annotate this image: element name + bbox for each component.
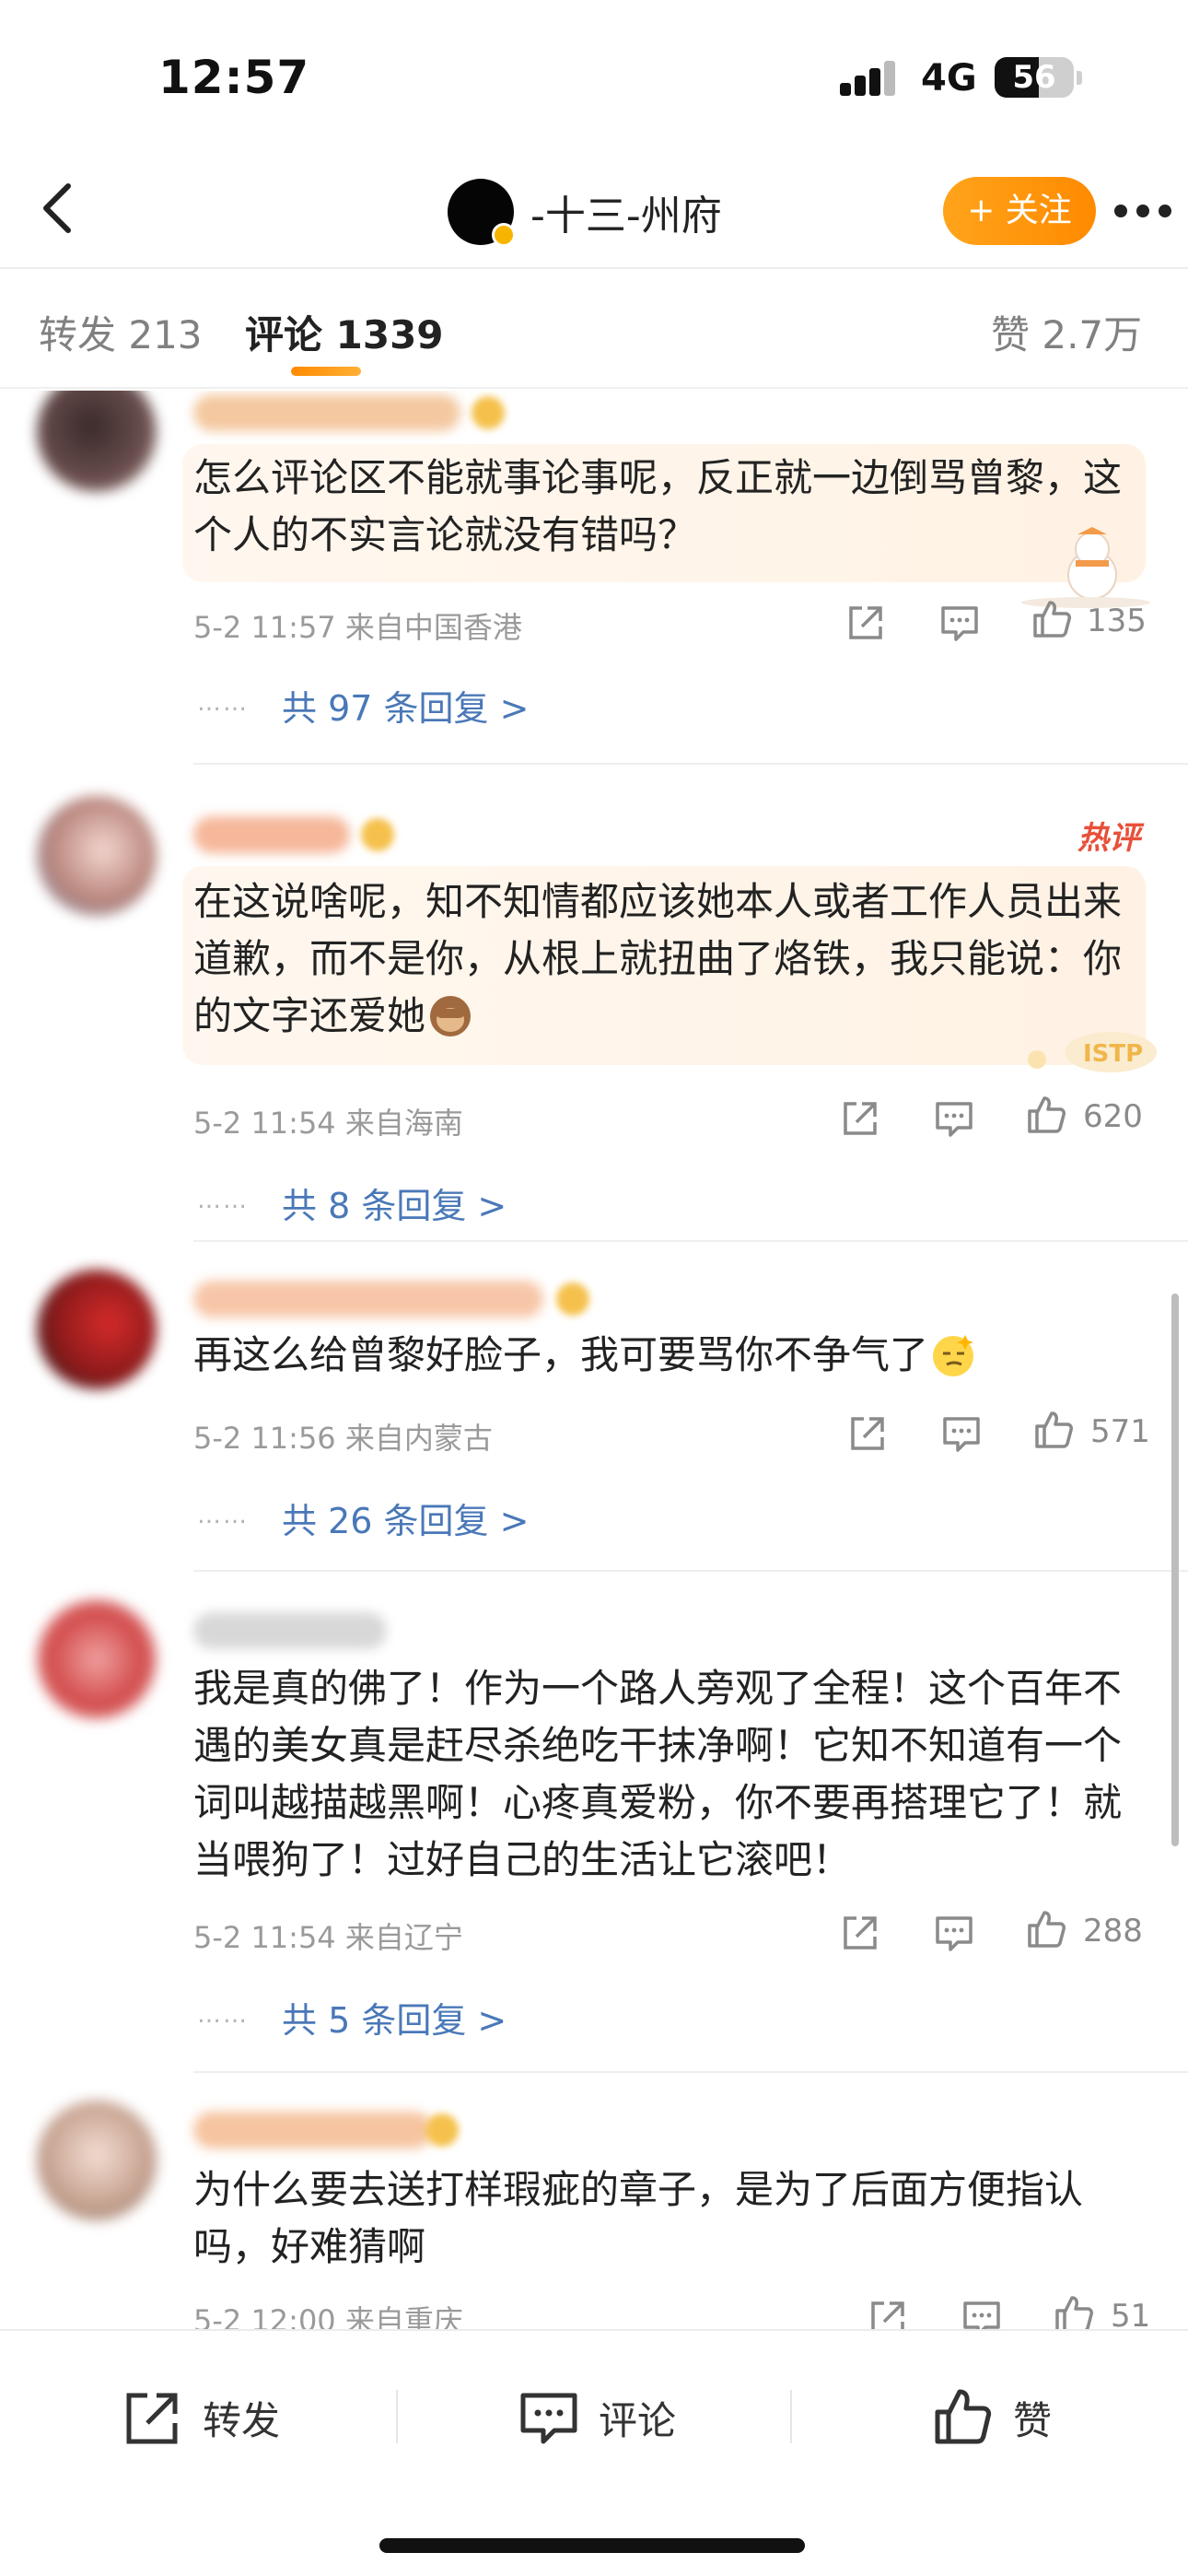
reply-dots: …… [197,1502,249,1529]
reply-icon[interactable] [939,1411,984,1456]
view-replies-link[interactable]: 共 5 条回复 > [282,1992,507,2043]
author-info[interactable]: -十三-州府 [448,177,722,247]
scrollbar[interactable] [1171,1294,1179,1846]
comment-text: 再这么给曾黎好脸子，我可要骂你不争气了 [193,1327,1151,1384]
reply-icon[interactable] [960,2296,1004,2329]
user-badge-icon [425,2113,459,2147]
commenter-name[interactable] [193,1612,387,1649]
share-icon[interactable] [845,1411,890,1456]
more-options-icon[interactable] [1101,205,1175,219]
view-replies-link[interactable]: 共 97 条回复 > [282,680,529,731]
commenter-name[interactable] [193,816,350,853]
commenter-name[interactable] [193,1281,543,1317]
like-icon[interactable] [1052,2292,1096,2329]
reply-dots: …… [197,689,249,717]
smirk-emoji-icon [933,1335,974,1376]
tab-likes[interactable]: 赞 2.7万 [991,304,1142,360]
tab-comments[interactable]: 评论 1339 [245,304,444,376]
commenter-avatar[interactable] [37,796,157,916]
comment-text: 怎么评论区不能就事论事呢，反正就一边倒骂曾黎，这个人的不实言论就没有错吗？ [193,455,1123,557]
view-replies-link[interactable]: 共 8 条回复 > [282,1177,507,1228]
comment-meta: 5-2 11:54 来自辽宁 [193,1920,463,1955]
monkey-emoji-icon [430,996,472,1036]
comment-text-content: 在这说啥呢，知不知情都应该她本人或者工作人员出来道歉，而不是你，从根上就扭曲了烙… [193,879,1123,1038]
post-header: -十三-州府 + 关注 [0,157,1188,269]
comment-meta: 5-2 11:56 来自内蒙古 [193,1421,493,1456]
comment-text-content: 再这么给曾黎好脸子，我可要骂你不争气了 [193,1332,929,1377]
comment-meta: 5-2 11:57 来自中国香港 [193,610,522,645]
hot-comment-badge: 热评 [1077,820,1140,857]
comment-meta: 5-2 11:54 来自海南 [193,1106,463,1141]
comment-list: 怎么评论区不能就事论事呢，反正就一边倒骂曾黎，这个人的不实言论就没有错吗？ 5-… [0,391,1188,2329]
post-tabs: 转发 213 评论 1339 赞 2.7万 [0,269,1188,389]
commenter-avatar[interactable] [37,2101,157,2220]
share-icon[interactable] [838,1911,882,1955]
comment-item: 热评 ISTP 在这说啥呢，知不知情都应该她本人或者工作人员出来道歉，而不是你，… [0,763,1188,1242]
commenter-name[interactable] [193,2112,433,2149]
commenter-name[interactable] [193,394,460,431]
reply-dots: …… [197,1187,249,1214]
repost-label: 转发 [203,2397,281,2443]
reply-icon[interactable] [932,1096,976,1141]
comment-text: 在这说啥呢，知不知情都应该她本人或者工作人员出来道歉，而不是你，从根上就扭曲了烙… [193,873,1151,1045]
tab-active-underline [291,367,361,376]
reply-icon[interactable] [932,1911,976,1955]
home-indicator[interactable] [379,2538,805,2553]
commenter-avatar[interactable] [37,391,157,492]
author-avatar[interactable] [448,179,516,247]
bottom-divider [790,2390,792,2443]
status-bar: 12:57 4G 56 [0,0,1188,157]
like-count: 288 [1083,1913,1143,1950]
like-thumb-icon [935,2389,992,2444]
verified-badge-icon [492,223,516,247]
view-replies-link[interactable]: 共 26 条回复 > [282,1493,529,1543]
comment-icon [520,2393,577,2444]
comment-text: 为什么要去送打样瑕疵的章子，是为了后面方便指认吗，好难猜啊 [193,2167,1084,2269]
like-icon[interactable] [1024,1907,1068,1951]
like-button[interactable]: 赞 [932,2381,1052,2454]
battery-tip [1077,71,1082,85]
follow-button[interactable]: + 关注 [943,177,1096,245]
comment-item: 为什么要去送打样瑕疵的章子，是为了后面方便指认吗，好难猜啊 5-2 12:00 … [0,2071,1188,2329]
comment-label: 评论 [599,2397,677,2443]
tab-repost[interactable]: 转发 213 [39,304,203,360]
share-icon[interactable] [838,1096,882,1141]
battery-level: 56 [1012,59,1056,96]
like-icon[interactable] [1030,597,1074,641]
network-type: 4G [921,57,977,100]
share-icon[interactable] [866,2296,910,2329]
bottom-divider [396,2390,398,2443]
repost-button[interactable]: 转发 [122,2381,280,2454]
comment-button[interactable]: 评论 [518,2381,676,2454]
repost-icon [126,2393,178,2444]
tab-comments-label: 评论 1339 [245,312,444,357]
like-icon[interactable] [1024,1093,1068,1137]
comment-item: 我是真的佛了！作为一个路人旁观了全程！这个百年不遇的美女真是赶尽杀绝吃干抹净啊！… [0,1570,1188,2071]
back-icon[interactable] [28,175,92,240]
reply-dots: …… [197,2001,249,2029]
comment-text: 我是真的佛了！作为一个路人旁观了全程！这个百年不遇的美女真是赶尽杀绝吃干抹净啊！… [193,1666,1123,1882]
like-count: 51 [1111,2298,1151,2329]
reply-icon[interactable] [938,601,982,645]
user-badge-icon [361,818,394,851]
comment-meta: 5-2 12:00 来自重庆 [193,2303,463,2329]
battery-icon: 56 [995,57,1074,98]
like-count: 571 [1090,1413,1150,1450]
user-badge-icon [556,1282,589,1316]
comment-item: 再这么给曾黎好脸子，我可要骂你不争气了 5-2 11:56 来自内蒙古 571 … [0,1240,1188,1572]
like-count: 135 [1087,603,1147,639]
author-name[interactable]: -十三-州府 [530,182,722,241]
share-icon[interactable] [844,601,888,645]
user-badge-icon [472,396,505,429]
signal-icon [840,61,897,96]
like-icon[interactable] [1031,1408,1076,1452]
commenter-avatar[interactable] [37,1599,157,1719]
comment-item: 怎么评论区不能就事论事呢，反正就一边倒骂曾黎，这个人的不实言论就没有错吗？ 5-… [0,391,1188,759]
status-time: 12:57 [158,51,310,104]
like-label: 赞 [1013,2397,1053,2443]
commenter-avatar[interactable] [37,1270,157,1389]
like-count: 620 [1083,1098,1143,1135]
